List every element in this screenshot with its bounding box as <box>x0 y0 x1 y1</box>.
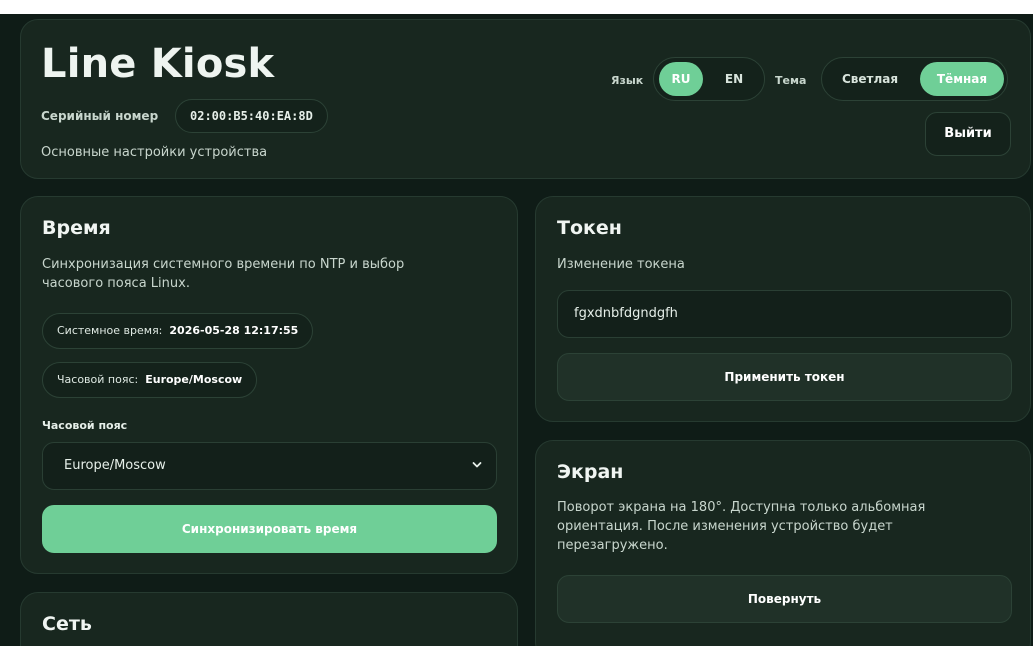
token-title: Токен <box>557 217 622 239</box>
screen-description: Поворот экрана на 180°. Доступна только … <box>557 500 926 553</box>
timezone-info-label: Часовой пояс: <box>57 373 139 386</box>
theme-switcher: Светлая Тёмная <box>821 57 1008 101</box>
time-description: Синхронизация системного времени по NTP … <box>42 257 405 291</box>
chevron-down-icon <box>472 462 482 468</box>
screen-card: Экран Поворот экрана на 180°. Доступна т… <box>535 440 1031 646</box>
screen-title: Экран <box>557 461 624 483</box>
timezone-badge: Часовой пояс: Europe/Moscow <box>42 362 258 398</box>
logout-button[interactable]: Выйти <box>925 112 1011 156</box>
app-title: Line Kiosk <box>41 41 275 87</box>
timezone-select-value: Europe/Moscow <box>64 458 166 473</box>
rotate-screen-button[interactable]: Повернуть <box>557 575 1012 623</box>
language-en-button[interactable]: EN <box>712 62 756 96</box>
serial-label: Серийный номер <box>41 109 159 123</box>
theme-label: Тема <box>775 74 807 87</box>
timezone-field-label: Часовой пояс <box>42 419 128 432</box>
apply-token-button[interactable]: Применить токен <box>557 353 1012 401</box>
timezone-info-value: Europe/Moscow <box>145 373 243 386</box>
page-background: Line Kiosk Серийный номер 02:00:B5:40:EA… <box>0 14 1033 646</box>
time-card: Время Синхронизация системного времени п… <box>20 196 518 574</box>
system-time-label: Системное время: <box>57 324 163 337</box>
network-title: Сеть <box>42 613 92 635</box>
time-title: Время <box>42 217 111 239</box>
serial-number-badge: 02:00:B5:40:EA:8D <box>175 99 328 133</box>
theme-light-button[interactable]: Светлая <box>828 62 912 96</box>
language-ru-button[interactable]: RU <box>659 62 703 96</box>
system-time-value: 2026-05-28 12:17:55 <box>169 324 299 337</box>
token-description: Изменение токена <box>557 257 685 272</box>
network-card: Сеть <box>20 592 518 646</box>
page-subtitle: Основные настройки устройства <box>41 145 268 160</box>
system-time-badge: Системное время: 2026-05-28 12:17:55 <box>42 313 314 349</box>
theme-dark-button[interactable]: Тёмная <box>920 62 1004 96</box>
language-switcher: RU EN <box>653 57 765 101</box>
sync-time-button[interactable]: Синхронизировать время <box>42 505 497 553</box>
app-window: Line Kiosk Серийный номер 02:00:B5:40:EA… <box>0 0 1033 646</box>
language-label: Язык <box>611 74 644 87</box>
timezone-select[interactable]: Europe/Moscow <box>42 442 497 490</box>
header-card: Line Kiosk Серийный номер 02:00:B5:40:EA… <box>20 19 1031 179</box>
token-input[interactable]: fgxdnbfdgndgfh <box>557 290 1012 338</box>
token-card: Токен Изменение токена fgxdnbfdgndgfh Пр… <box>535 196 1031 422</box>
